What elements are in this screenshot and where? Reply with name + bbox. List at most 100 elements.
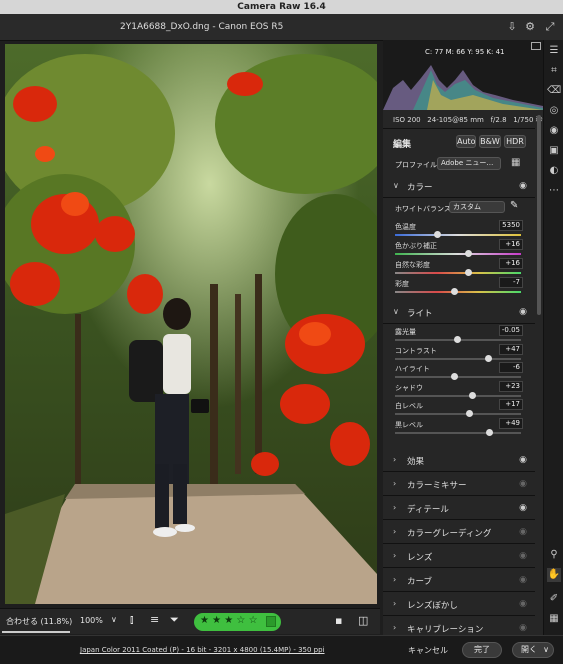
slider-thumb[interactable] [454, 336, 462, 343]
slider-track[interactable] [395, 432, 521, 434]
before-after-icon[interactable]: ▪ [335, 614, 342, 627]
chevron-down-icon[interactable]: ∨ [543, 643, 549, 657]
exif-iso: ISO 200 [393, 116, 421, 124]
slider-thumb[interactable] [451, 288, 459, 295]
cancel-button[interactable]: キャンセル [408, 645, 448, 656]
section-4[interactable]: › カラーグレーディング ◉ [383, 522, 535, 544]
slider-track[interactable] [395, 413, 521, 416]
star-rating[interactable]: ★ ★ ★ ☆ ☆ [200, 615, 258, 626]
eye-icon[interactable]: ◉ [519, 575, 527, 585]
section-8[interactable]: › キャリブレーション ◉ [383, 618, 535, 636]
eye-icon[interactable]: ◉ [519, 623, 527, 633]
slider-row: 色温度 5350 [393, 220, 523, 240]
slider-thumb[interactable] [465, 410, 473, 418]
slider-thumb[interactable] [465, 250, 473, 257]
profile-select[interactable]: Adobe ニュー… [437, 157, 501, 170]
slider-thumb[interactable] [484, 354, 492, 362]
wb-label: ホワイトバランス [395, 205, 451, 213]
presets-icon[interactable]: ◐ [547, 164, 561, 178]
redeye-icon[interactable]: ◉ [547, 124, 561, 138]
eraser-icon[interactable]: ⌫ [547, 84, 561, 98]
split-view-icon[interactable]: ◫ [358, 614, 368, 627]
open-button[interactable]: 開く ∨ [512, 642, 554, 658]
slider-value-input[interactable]: +23 [499, 380, 523, 392]
slider-label: シャドウ [395, 383, 423, 392]
done-button[interactable]: 完了 [462, 642, 502, 658]
slider-value-input[interactable]: 5350 [499, 220, 523, 231]
photo-preview[interactable] [5, 44, 377, 604]
slider-thumb[interactable] [485, 429, 493, 436]
slider-track[interactable] [395, 253, 521, 255]
wb-select[interactable]: カスタム [449, 201, 505, 213]
hand-icon[interactable]: ✋ [547, 568, 561, 582]
profile-browser-icon[interactable]: ▦ [511, 157, 520, 168]
eye-icon[interactable]: ◉ [519, 181, 527, 191]
slider-track[interactable] [395, 234, 521, 236]
slider-label: 自然な彩度 [395, 261, 430, 269]
gear-icon[interactable]: ⚙ [523, 20, 537, 34]
section-2[interactable]: › カラーミキサー ◉ [383, 474, 535, 496]
grid-icon[interactable]: ▦ [547, 612, 561, 626]
chevron-right-icon: › [393, 455, 397, 464]
bw-button[interactable]: B&W [479, 135, 501, 148]
chevron-down-icon[interactable]: ∨ [111, 615, 117, 624]
section-light[interactable]: ∨ ライト ◉ [383, 302, 535, 324]
filter-icon[interactable]: ⏷ [170, 613, 179, 627]
color-label-icon[interactable] [266, 616, 276, 627]
slider-label: 黒レベル [395, 421, 423, 429]
snapshot-icon[interactable]: ▣ [547, 144, 561, 158]
edit-panel: C: 77 M: 66 Y: 95 K: 41 ISO 200 24-105@8… [383, 40, 543, 636]
sort-icon[interactable]: ≡ [150, 613, 159, 626]
eye-icon[interactable]: ◉ [519, 307, 527, 317]
eye-icon[interactable]: ◉ [519, 527, 527, 537]
slider-label: 彩度 [395, 280, 409, 288]
slider-track[interactable] [395, 357, 521, 360]
section-3[interactable]: › ディテール ◉ [383, 498, 535, 520]
more-icon[interactable]: ⋯ [547, 184, 561, 198]
section-color-label: カラー [407, 183, 433, 193]
section-label: レンズぼかし [407, 601, 458, 611]
slider-thumb[interactable] [465, 269, 473, 276]
zoom-icon[interactable]: ⚲ [547, 548, 561, 562]
slider-value-input[interactable]: +47 [499, 343, 523, 355]
eye-icon[interactable]: ◉ [519, 551, 527, 561]
save-icon[interactable]: ⇩ [505, 20, 519, 34]
compare-icon[interactable]: ⫾ [130, 613, 134, 627]
color-sampler-icon[interactable]: ✐ [547, 592, 561, 606]
slider-value-input[interactable]: +49 [499, 418, 523, 429]
eye-icon[interactable]: ◉ [519, 599, 527, 609]
slider-track[interactable] [395, 272, 521, 274]
slider-value-input[interactable]: -7 [499, 277, 523, 288]
edit-sliders-icon[interactable]: ☰ [547, 44, 561, 58]
slider-value-input[interactable]: -0.05 [499, 325, 523, 336]
eye-icon[interactable]: ◉ [519, 455, 527, 465]
fit-zoom-button[interactable]: 合わせる (11.8%) [6, 616, 72, 627]
eye-icon[interactable]: ◉ [519, 479, 527, 489]
slider-value-input[interactable]: +16 [499, 258, 523, 269]
slider-thumb[interactable] [469, 391, 477, 399]
panel-scrollbar[interactable] [537, 115, 541, 315]
fullscreen-icon[interactable]: ⤢ [543, 20, 557, 34]
slider-thumb[interactable] [451, 373, 459, 381]
workflow-options-link[interactable]: Japan Color 2011 Coated (P) - 16 bit - 3… [80, 646, 325, 654]
crop-icon[interactable]: ⌗ [547, 64, 561, 78]
slider-value-input[interactable]: -6 [499, 362, 523, 374]
eyedropper-icon[interactable]: ✎ [510, 200, 518, 211]
hdr-button[interactable]: HDR [504, 135, 526, 148]
section-7[interactable]: › レンズぼかし ◉ [383, 594, 535, 616]
zoom-100-button[interactable]: 100% [80, 616, 103, 625]
section-1[interactable]: › 効果 ◉ [383, 450, 535, 472]
section-6[interactable]: › カーブ ◉ [383, 570, 535, 592]
auto-button[interactable]: Auto [456, 135, 476, 148]
slider-track[interactable] [395, 394, 521, 397]
section-5[interactable]: › レンズ ◉ [383, 546, 535, 568]
slider-row: シャドウ +23 [393, 380, 523, 401]
eye-icon[interactable]: ◉ [519, 503, 527, 513]
slider-value-input[interactable]: +17 [499, 399, 523, 411]
section-color[interactable]: ∨ カラー ◉ [383, 176, 535, 198]
exif-lens: 24-105@85 mm [427, 116, 484, 124]
slider-thumb[interactable] [433, 231, 441, 238]
clipping-icon[interactable] [531, 42, 541, 50]
slider-value-input[interactable]: +16 [499, 239, 523, 250]
mask-icon[interactable]: ◎ [547, 104, 561, 118]
